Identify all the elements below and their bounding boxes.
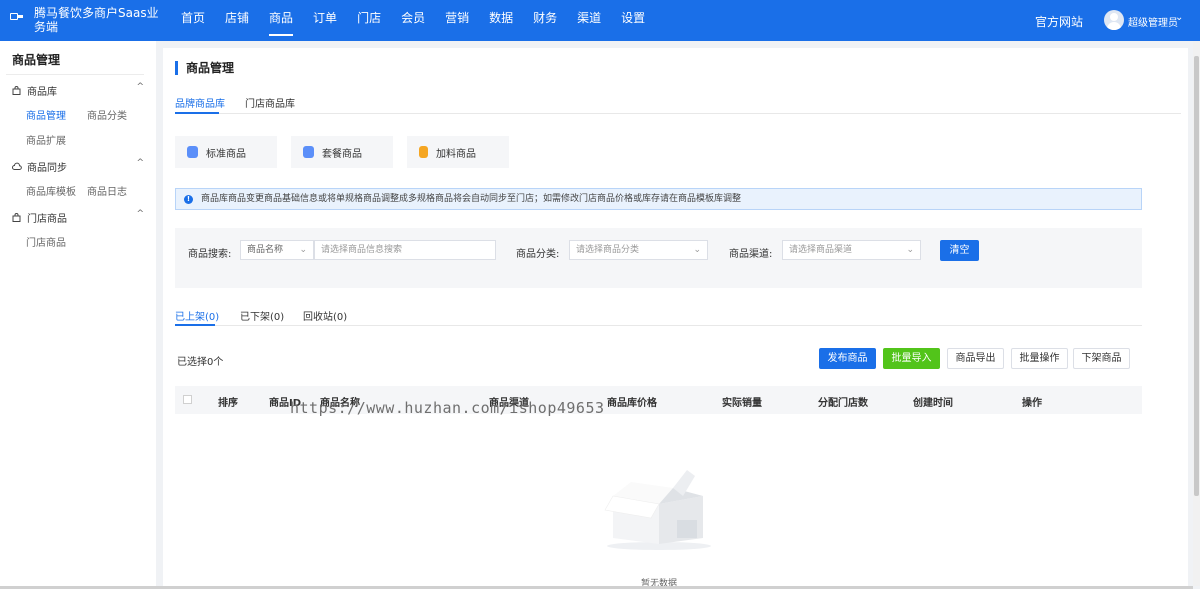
active-tab-indicator bbox=[175, 112, 219, 114]
tab-delisted[interactable]: 已下架(0) bbox=[240, 308, 284, 323]
type-card-label: 加料商品 bbox=[436, 148, 476, 160]
app-title: 腾马餐饮多商户Saas业务端 bbox=[34, 6, 159, 34]
sidebar-item-goods-category[interactable]: 商品分类 bbox=[87, 107, 127, 122]
sidebar-group-goods-library[interactable]: 商品库 ^ bbox=[12, 82, 144, 98]
batch-import-button[interactable]: 批量导入 bbox=[883, 348, 940, 369]
publish-goods-button[interactable]: 发布商品 bbox=[819, 348, 876, 369]
delist-goods-button[interactable]: 下架商品 bbox=[1073, 348, 1130, 369]
batch-operations-button[interactable]: 批量操作 bbox=[1011, 348, 1068, 369]
chevron-down-icon: ⌄ bbox=[693, 245, 701, 255]
chevron-up-icon[interactable]: ^ bbox=[136, 209, 144, 219]
sidebar-item-library-template[interactable]: 商品库模板 bbox=[26, 183, 76, 198]
page-title: 商品管理 bbox=[175, 61, 234, 75]
channel-placeholder: 请选择商品渠道 bbox=[789, 245, 853, 255]
info-notice: ! 商品库商品变更商品基础信息或将单规格商品调整成多规格商品将会自动同步至门店；… bbox=[175, 188, 1142, 210]
column-header[interactable]: 创建时间 bbox=[913, 394, 953, 409]
sidebar-item-store-goods[interactable]: 门店商品 bbox=[26, 234, 66, 249]
user-name[interactable]: 超级管理员 bbox=[1128, 14, 1178, 29]
nav-goods[interactable]: 商品 bbox=[259, 0, 303, 41]
sidebar-item-goods-management[interactable]: 商品管理 bbox=[26, 107, 66, 122]
category-placeholder: 请选择商品分类 bbox=[576, 245, 640, 255]
type-card-addon[interactable]: 加料商品 bbox=[407, 136, 509, 168]
column-header[interactable]: 操作 bbox=[1022, 394, 1042, 409]
user-avatar[interactable] bbox=[1104, 10, 1124, 30]
bag-icon bbox=[303, 146, 314, 158]
nav-members[interactable]: 会员 bbox=[391, 0, 435, 41]
filter-panel: 商品搜索: 商品名称 ⌄ 请选择商品信息搜索 商品分类: 请选择商品分类 ⌄ 商… bbox=[175, 228, 1142, 288]
chevron-down-icon[interactable]: ⌄ bbox=[1175, 12, 1183, 23]
sidebar: 商品管理 商品库 ^ 商品管理 商品分类 商品扩展 商品同步 ^ 商品库模板 商… bbox=[0, 41, 156, 586]
search-field-select[interactable]: 商品名称 ⌄ bbox=[240, 240, 314, 260]
chevron-up-icon[interactable]: ^ bbox=[136, 82, 144, 92]
watermark: https://www.huzhan.com/ishop49653 bbox=[290, 399, 605, 417]
bag-icon bbox=[12, 86, 21, 95]
nav-orders[interactable]: 订单 bbox=[303, 0, 347, 41]
nav-channels[interactable]: 渠道 bbox=[567, 0, 611, 41]
bag-icon bbox=[187, 146, 198, 158]
sidebar-item-goods-extension[interactable]: 商品扩展 bbox=[26, 132, 66, 147]
empty-box-illustration bbox=[603, 466, 715, 554]
sidebar-item-goods-log[interactable]: 商品日志 bbox=[87, 183, 127, 198]
category-select[interactable]: 请选择商品分类 ⌄ bbox=[569, 240, 708, 260]
divider bbox=[175, 113, 1181, 114]
main-content: 商品管理 品牌商品库 门店商品库 标准商品 套餐商品 加料商品 ! 商品库商品变… bbox=[163, 48, 1188, 589]
chevron-down-icon: ⌄ bbox=[906, 245, 914, 255]
main-nav: 首页 店铺 商品 订单 门店 会员 营销 数据 财务 渠道 设置 bbox=[171, 0, 655, 41]
nav-home[interactable]: 首页 bbox=[171, 0, 215, 41]
search-placeholder: 请选择商品信息搜索 bbox=[321, 245, 403, 255]
type-card-standard[interactable]: 标准商品 bbox=[175, 136, 277, 168]
search-input[interactable]: 请选择商品信息搜索 bbox=[314, 240, 496, 260]
cloud-sync-icon bbox=[12, 162, 22, 171]
nav-marketing[interactable]: 营销 bbox=[435, 0, 479, 41]
selected-count: 已选择0个 bbox=[177, 357, 224, 368]
tab-recycle-bin[interactable]: 回收站(0) bbox=[303, 308, 347, 323]
type-card-label: 套餐商品 bbox=[322, 148, 362, 160]
column-header[interactable]: 分配门店数 bbox=[818, 394, 868, 409]
column-header[interactable]: 商品库价格 bbox=[607, 394, 657, 409]
logo-icon bbox=[10, 11, 24, 21]
nav-stores[interactable]: 门店 bbox=[347, 0, 391, 41]
notice-text: 商品库商品变更商品基础信息或将单规格商品调整成多规格商品将会自动同步至门店；如需… bbox=[201, 194, 742, 204]
sidebar-group-store-goods[interactable]: 门店商品 ^ bbox=[12, 209, 144, 225]
export-goods-button[interactable]: 商品导出 bbox=[947, 348, 1004, 369]
tab-store-library[interactable]: 门店商品库 bbox=[245, 95, 295, 110]
official-site-link[interactable]: 官方网站 bbox=[1035, 13, 1083, 30]
divider bbox=[175, 325, 1142, 326]
sidebar-title: 商品管理 bbox=[12, 53, 61, 67]
channel-select[interactable]: 请选择商品渠道 ⌄ bbox=[782, 240, 921, 260]
top-navbar: 腾马餐饮多商户Saas业务端 首页 店铺 商品 订单 门店 会员 营销 数据 财… bbox=[0, 0, 1200, 41]
info-icon: ! bbox=[184, 195, 193, 204]
nav-finance[interactable]: 财务 bbox=[523, 0, 567, 41]
sidebar-group-goods-sync[interactable]: 商品同步 ^ bbox=[12, 158, 144, 174]
sidebar-group-label: 商品同步 bbox=[27, 163, 67, 174]
store-icon bbox=[12, 213, 21, 222]
sidebar-group-label: 门店商品 bbox=[27, 214, 67, 225]
nav-settings[interactable]: 设置 bbox=[611, 0, 655, 41]
chevron-up-icon[interactable]: ^ bbox=[136, 158, 144, 168]
type-card-combo[interactable]: 套餐商品 bbox=[291, 136, 393, 168]
tab-brand-library[interactable]: 品牌商品库 bbox=[175, 95, 225, 110]
chevron-down-icon: ⌄ bbox=[299, 245, 307, 255]
search-field-value: 商品名称 bbox=[247, 245, 284, 255]
app-logo[interactable]: 腾马餐饮多商户Saas业务端 bbox=[10, 6, 160, 34]
select-all-checkbox[interactable] bbox=[183, 395, 192, 404]
scrollbar-thumb[interactable] bbox=[1194, 56, 1199, 496]
nav-shop[interactable]: 店铺 bbox=[215, 0, 259, 41]
sidebar-group-label: 商品库 bbox=[27, 87, 57, 98]
active-tab-indicator bbox=[175, 324, 215, 326]
bottle-icon bbox=[419, 146, 428, 158]
channel-label: 商品渠道: bbox=[729, 249, 773, 260]
search-label: 商品搜索: bbox=[188, 249, 232, 260]
column-header[interactable]: 排序 bbox=[218, 394, 238, 409]
clear-button[interactable]: 清空 bbox=[940, 240, 979, 261]
type-card-label: 标准商品 bbox=[206, 148, 246, 160]
category-label: 商品分类: bbox=[516, 249, 560, 260]
tab-listed[interactable]: 已上架(0) bbox=[175, 308, 219, 323]
column-header[interactable]: 实际销量 bbox=[722, 394, 762, 409]
divider bbox=[6, 74, 144, 75]
nav-data[interactable]: 数据 bbox=[479, 0, 523, 41]
